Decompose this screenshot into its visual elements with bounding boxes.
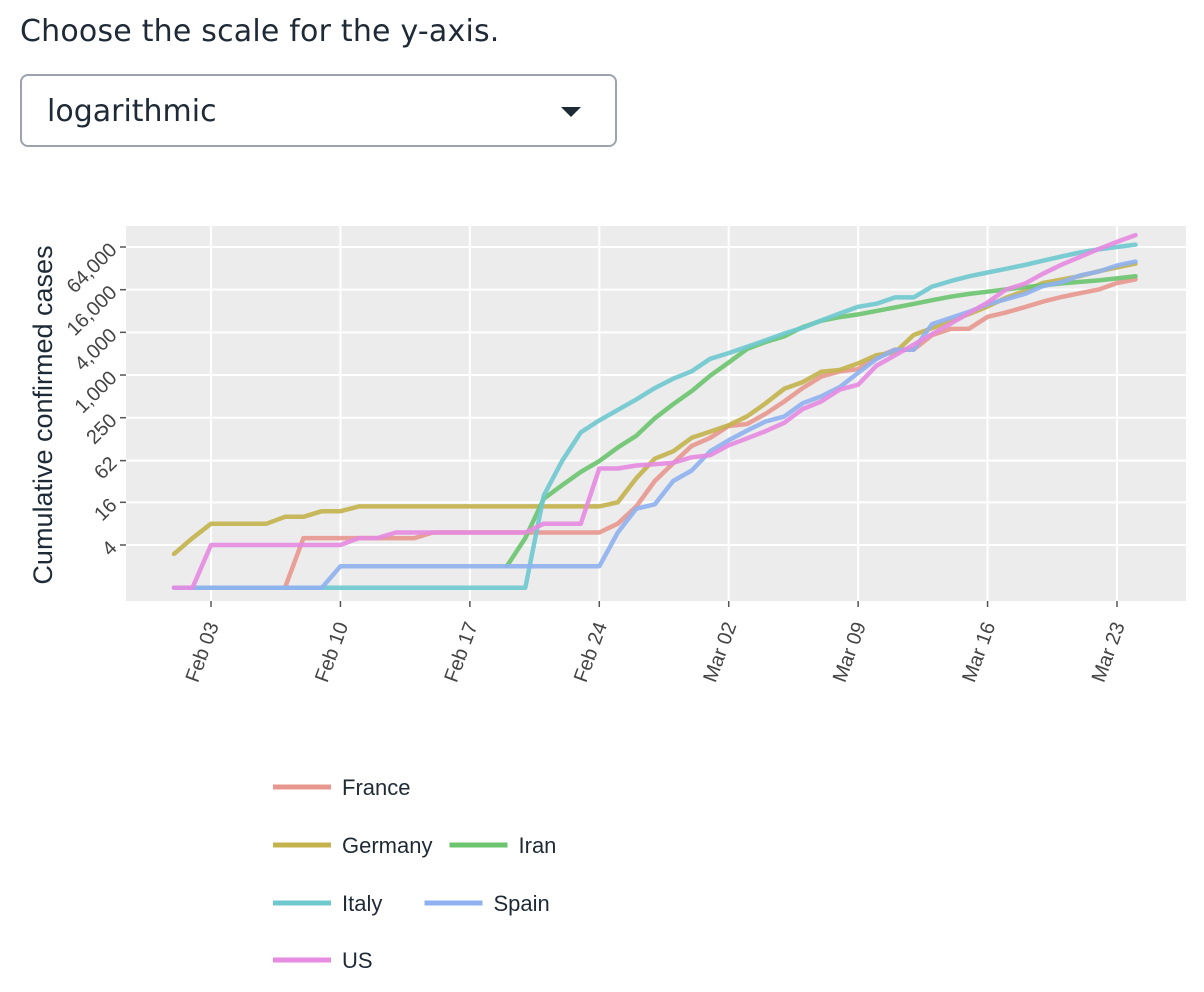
x-tick-label: Feb 17 <box>441 619 483 685</box>
x-tick-label: Mar 02 <box>699 619 741 685</box>
legend-label-france: France <box>342 775 410 800</box>
x-tick-label: Feb 24 <box>570 619 612 685</box>
x-axis: Feb 03 Feb 10 Feb 17 Feb 24 Mar 02 Mar 09 Mar … <box>182 601 1130 685</box>
y-axis-title: Cumulative confirmed cases <box>28 245 58 584</box>
y-axis: 416622501,0004,00016,00064,000 <box>63 239 126 560</box>
x-tick-label: Feb 10 <box>311 619 353 685</box>
legend-label-iran: Iran <box>519 833 557 858</box>
y-tick-label: 16 <box>90 494 121 525</box>
confirmed-cases-chart: 416622501,0004,00016,00064,000 Feb 03 Feb… <box>28 226 1186 973</box>
x-tick-label: Mar 09 <box>829 619 871 685</box>
legend: France Germany Iran Italy Spain US <box>273 775 556 973</box>
x-tick-label: Mar 23 <box>1088 619 1130 685</box>
y-tick-label: 1,000 <box>71 367 122 418</box>
y-tick-label: 4 <box>98 537 121 560</box>
legend-label-us: US <box>342 948 373 973</box>
legend-label-italy: Italy <box>342 891 382 916</box>
legend-label-spain: Spain <box>494 891 550 916</box>
legend-label-germany: Germany <box>342 833 432 858</box>
x-tick-label: Mar 16 <box>958 619 1000 685</box>
x-tick-label: Feb 03 <box>182 619 224 685</box>
y-tick-label: 62 <box>90 453 121 484</box>
